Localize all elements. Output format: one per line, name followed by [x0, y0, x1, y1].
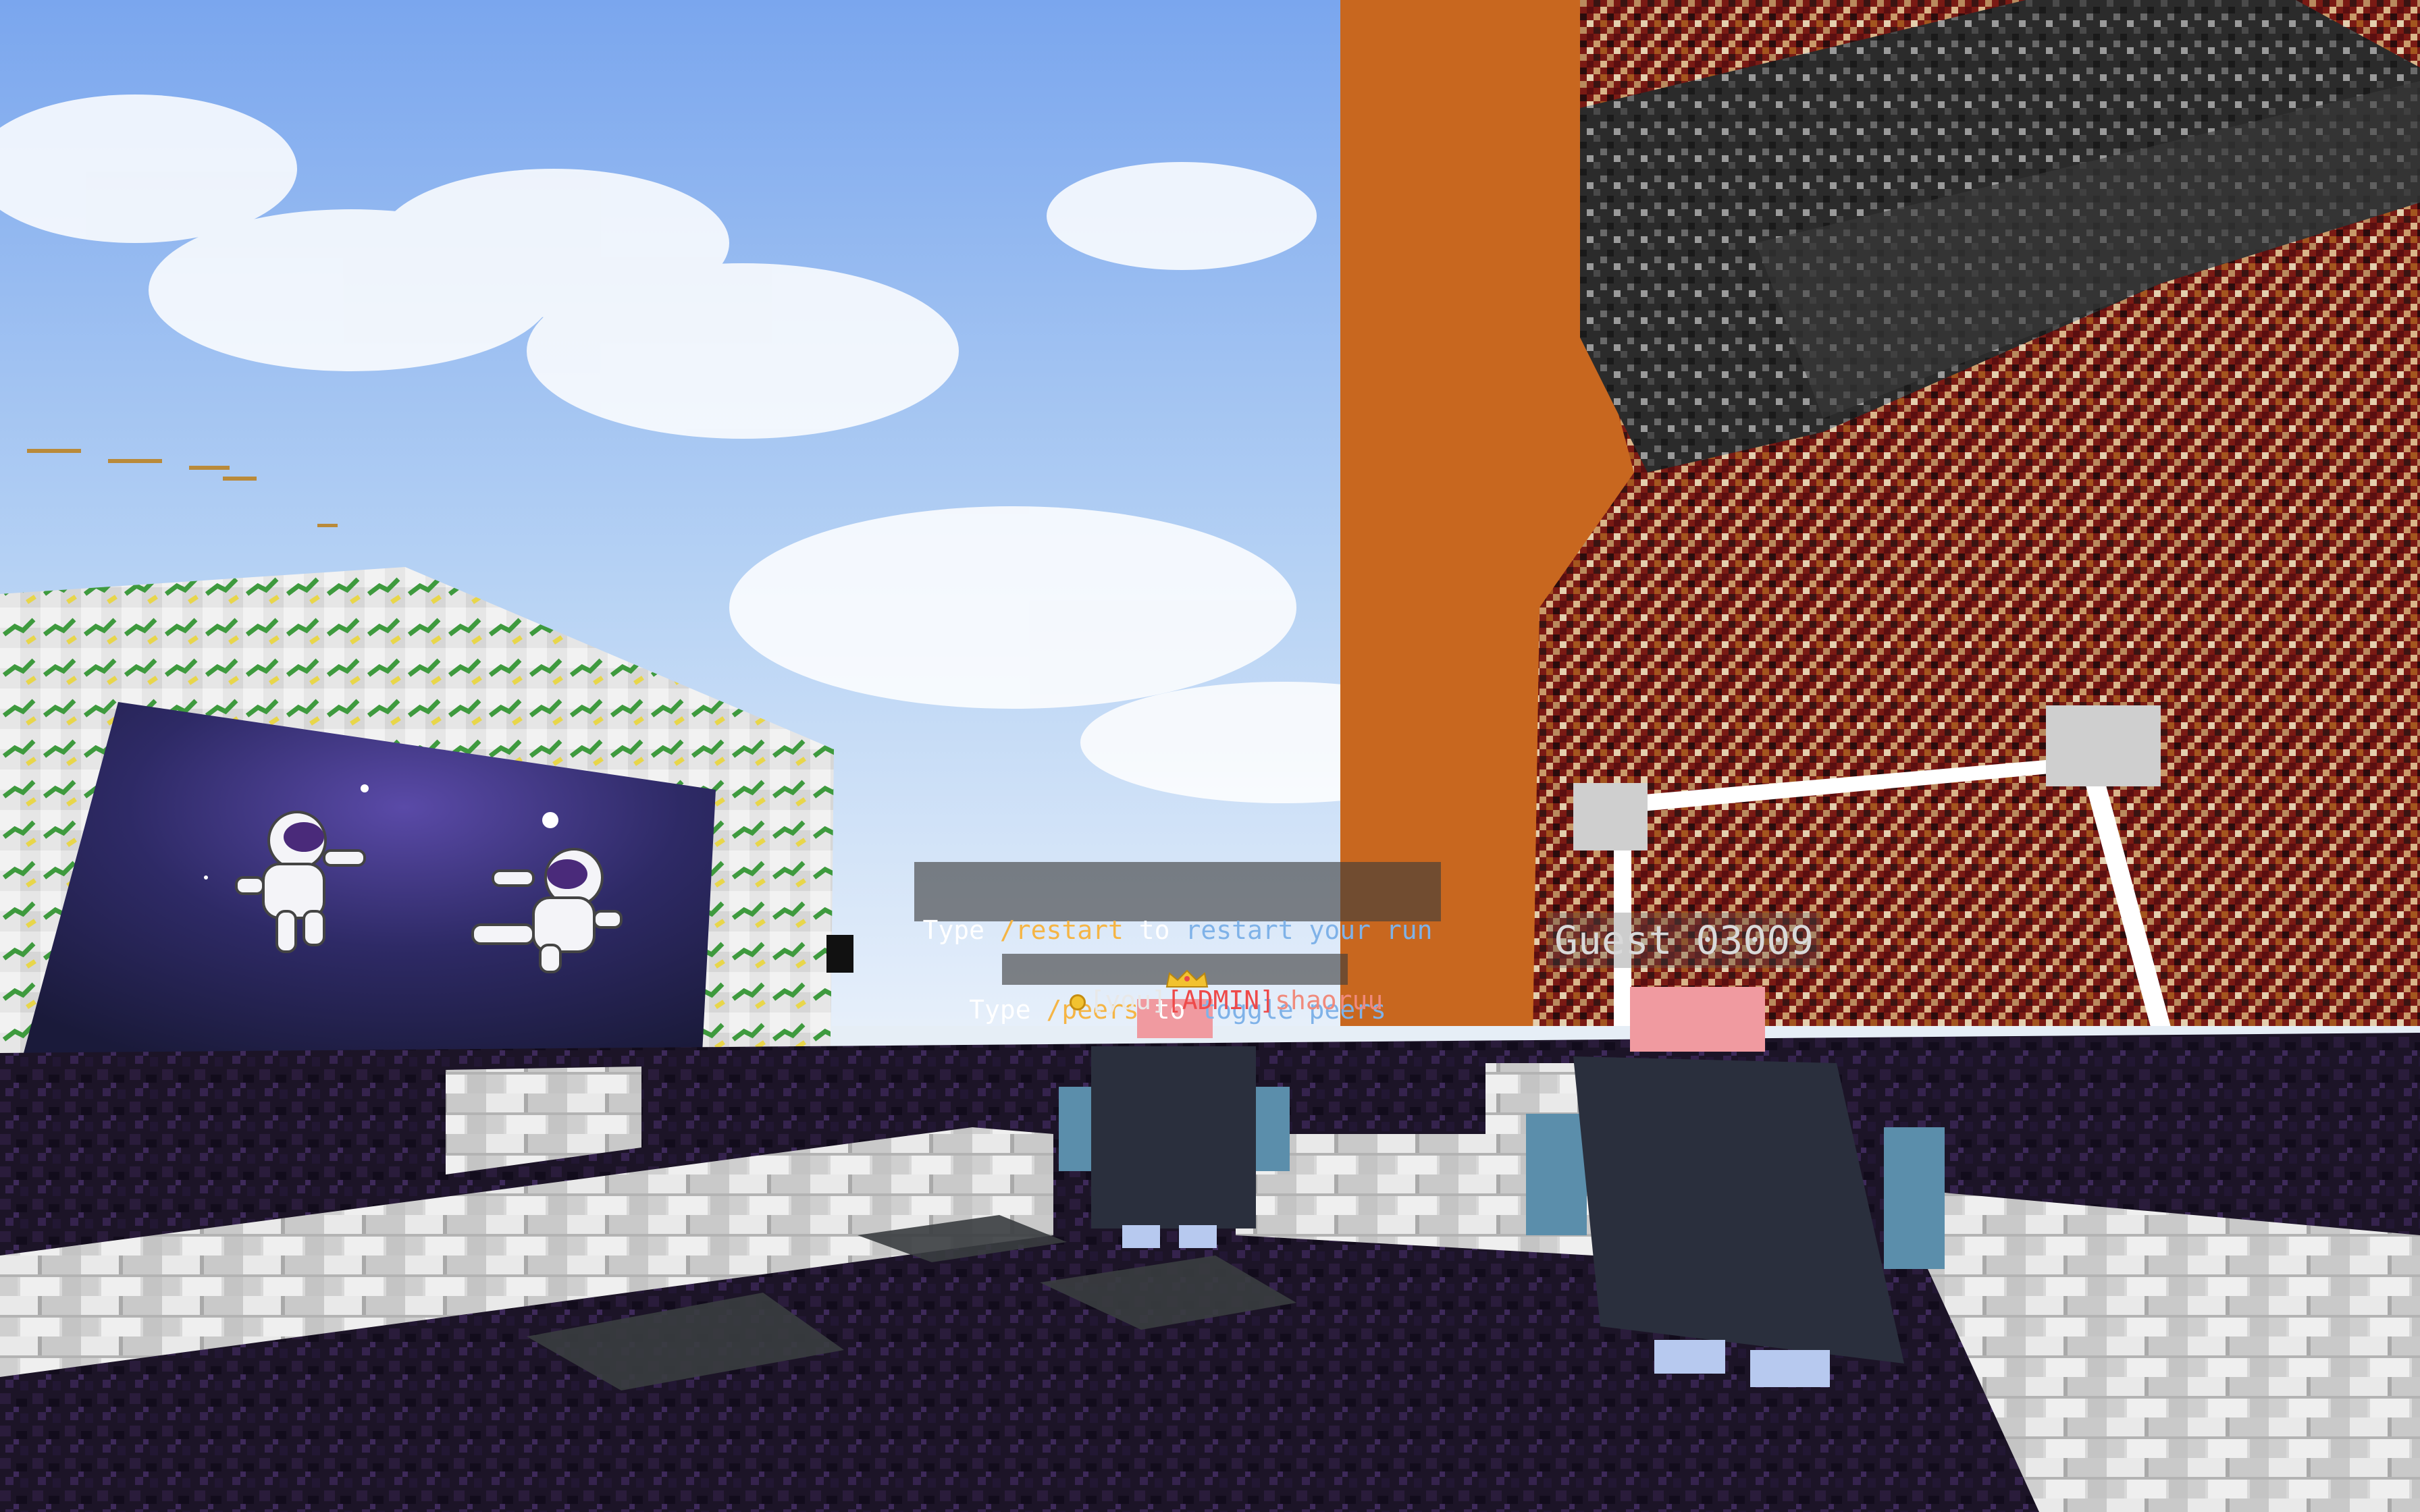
admin-tag: [ADMIN] — [1166, 986, 1275, 1015]
world-scene — [0, 0, 2420, 1512]
distant-block — [826, 935, 853, 973]
game-viewport[interactable]: Type /restart to restart your run Type /… — [0, 0, 2420, 1512]
player-name: shaoruu — [1275, 986, 1384, 1015]
restart-command: /restart — [999, 915, 1124, 945]
you-tag: [you] — [1089, 986, 1167, 1015]
command-hint-box: Type /restart to restart your run Type /… — [914, 862, 1441, 1024]
guest-nametag: Guest 03009 — [1548, 913, 1821, 968]
crown-icon — [1165, 969, 1209, 988]
railing-post-left — [1573, 783, 1648, 850]
railing-post-right — [2046, 705, 2161, 786]
restart-hint: Type /restart to restart your run — [922, 915, 1433, 945]
coin-icon — [1069, 994, 1086, 1010]
